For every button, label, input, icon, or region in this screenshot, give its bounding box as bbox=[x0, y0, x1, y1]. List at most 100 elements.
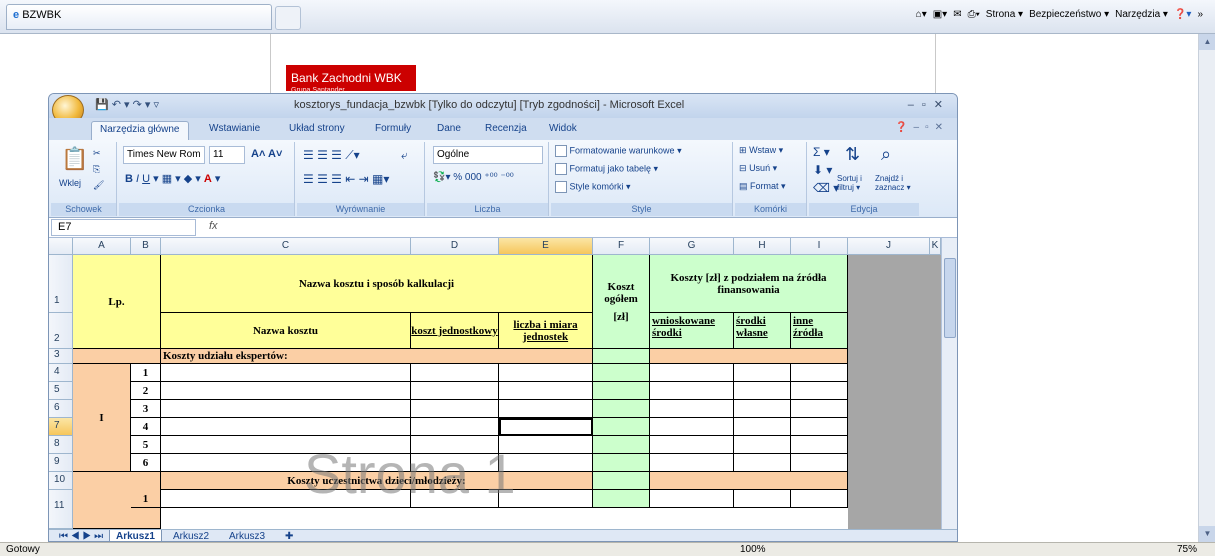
active-cell[interactable] bbox=[499, 418, 593, 436]
table-cell[interactable] bbox=[650, 364, 734, 382]
row-header[interactable]: 9 bbox=[49, 454, 73, 472]
table-cell[interactable] bbox=[734, 418, 791, 436]
requested-header[interactable]: wnioskowane środki bbox=[650, 313, 734, 349]
quantity-header[interactable]: liczba i miara jednostek bbox=[499, 313, 593, 349]
table-cell[interactable] bbox=[161, 436, 411, 454]
table-cell[interactable] bbox=[73, 349, 161, 364]
column-header[interactable]: A bbox=[73, 238, 131, 255]
table-cell[interactable] bbox=[593, 400, 650, 418]
row-number[interactable]: 1 bbox=[131, 490, 161, 508]
menu-tools[interactable]: Narzędzia ▾ bbox=[1115, 9, 1168, 20]
table-cell[interactable] bbox=[593, 454, 650, 472]
window-controls[interactable]: –▫✕ bbox=[908, 98, 951, 111]
help-controls[interactable]: ❓–▫✕ bbox=[895, 122, 949, 133]
browser-tab[interactable]: e BZWBK bbox=[6, 4, 272, 30]
table-cell[interactable] bbox=[161, 382, 411, 400]
table-cell[interactable] bbox=[499, 400, 593, 418]
insert-sheet-icon[interactable]: ✚ bbox=[279, 530, 299, 541]
table-cell[interactable] bbox=[411, 400, 499, 418]
browser-zoom[interactable]: 75% bbox=[1177, 543, 1197, 556]
table-cell[interactable] bbox=[411, 490, 499, 508]
column-header[interactable]: K bbox=[930, 238, 941, 255]
delete-button[interactable]: ⊟ Usuń ▾ bbox=[739, 163, 777, 174]
row-header[interactable]: 10 bbox=[49, 472, 73, 490]
font-format-buttons[interactable]: B I U ▾ ▦ ▾ ◆ ▾ A ▾ bbox=[125, 172, 220, 185]
find-select-icon[interactable]: ⌕ bbox=[881, 144, 891, 165]
autosum-icon[interactable]: Σ ▾ bbox=[813, 145, 830, 159]
clear-icon[interactable]: ⌫ ▾ bbox=[813, 181, 839, 195]
sheet-tab[interactable]: Arkusz1 bbox=[109, 530, 162, 541]
table-cell[interactable] bbox=[650, 349, 848, 364]
sort-filter-button[interactable]: Sortuj i filtruj ▾ bbox=[837, 174, 875, 192]
copy-icon[interactable]: ⎘ bbox=[93, 164, 100, 175]
align-horizontal-icons[interactable]: ☰ ☰ ☰ ⇤ ⇥ ▦▾ bbox=[303, 172, 389, 186]
section-roman[interactable]: I bbox=[73, 364, 131, 472]
row-header[interactable]: 8 bbox=[49, 436, 73, 454]
grid-scrollbar[interactable] bbox=[941, 238, 957, 529]
table-cell[interactable] bbox=[593, 364, 650, 382]
row-number[interactable]: 5 bbox=[131, 436, 161, 454]
cell-styles-button[interactable]: Style komórki ▾ bbox=[555, 181, 631, 193]
table-cell[interactable] bbox=[161, 418, 411, 436]
sources-header[interactable]: Koszty [zł] z podziałem na źródła finans… bbox=[650, 255, 848, 313]
row-header[interactable]: 11 bbox=[49, 490, 73, 529]
table-cell[interactable] bbox=[499, 490, 593, 508]
section-title[interactable]: Koszty udziału ekspertów: bbox=[161, 349, 593, 364]
print-icon[interactable]: ⎙▾ bbox=[968, 9, 980, 20]
feeds-icon[interactable]: ▣▾ bbox=[933, 9, 947, 20]
quick-access-toolbar[interactable]: 💾 ↶ ▾ ↷ ▾ ▿ bbox=[95, 98, 159, 111]
sheet-tab[interactable]: Arkusz2 bbox=[167, 530, 215, 541]
home-icon[interactable]: ⌂▾ bbox=[916, 9, 927, 20]
table-cell[interactable] bbox=[593, 490, 650, 508]
table-cell[interactable] bbox=[411, 382, 499, 400]
row-header[interactable]: 5 bbox=[49, 382, 73, 400]
table-cell[interactable] bbox=[161, 400, 411, 418]
tab-page-layout[interactable]: Układ strony bbox=[281, 121, 353, 140]
excel-zoom[interactable]: 100% bbox=[740, 543, 766, 556]
table-cell[interactable] bbox=[791, 364, 848, 382]
paste-icon[interactable]: 📋 bbox=[61, 146, 88, 172]
find-select-button[interactable]: Znajdź i zaznacz ▾ bbox=[875, 174, 917, 192]
help-icon[interactable]: ❓▾ bbox=[1174, 9, 1191, 20]
lp-header[interactable]: Lp. bbox=[73, 255, 161, 349]
table-cell[interactable] bbox=[411, 436, 499, 454]
tab-data[interactable]: Dane bbox=[429, 121, 469, 140]
table-cell[interactable] bbox=[650, 454, 734, 472]
menu-page[interactable]: Strona ▾ bbox=[986, 9, 1023, 20]
table-cell[interactable] bbox=[650, 400, 734, 418]
page-scrollbar[interactable]: ▲ ▼ bbox=[1198, 34, 1215, 542]
table-cell[interactable] bbox=[734, 454, 791, 472]
format-button[interactable]: ▤ Format ▾ bbox=[739, 181, 786, 192]
table-cell[interactable] bbox=[650, 418, 734, 436]
column-header[interactable]: B bbox=[131, 238, 161, 255]
table-cell[interactable] bbox=[161, 490, 411, 508]
table-cell[interactable] bbox=[791, 490, 848, 508]
row-header[interactable]: 3 bbox=[49, 349, 73, 364]
row-number[interactable]: 4 bbox=[131, 418, 161, 436]
row-header[interactable]: 7 bbox=[49, 418, 73, 436]
table-cell[interactable] bbox=[499, 436, 593, 454]
sheet-nav-icons[interactable]: ⏮ ◀ ▶ ⏭ bbox=[53, 530, 109, 541]
conditional-format-button[interactable]: Formatowanie warunkowe ▾ bbox=[555, 145, 682, 157]
format-as-table-button[interactable]: Formatuj jako tabelę ▾ bbox=[555, 163, 658, 175]
mail-icon[interactable]: ✉ bbox=[953, 9, 961, 20]
table-cell[interactable] bbox=[734, 490, 791, 508]
table-cell[interactable] bbox=[593, 436, 650, 454]
unit-cost-header[interactable]: koszt jednostkowy bbox=[411, 313, 499, 349]
table-cell[interactable] bbox=[593, 349, 650, 364]
row-number[interactable]: 3 bbox=[131, 400, 161, 418]
scroll-thumb[interactable] bbox=[944, 258, 956, 338]
table-cell[interactable] bbox=[650, 472, 848, 490]
table-cell[interactable] bbox=[791, 454, 848, 472]
font-name-select[interactable]: Times New Rom bbox=[123, 146, 205, 164]
select-all-corner[interactable] bbox=[49, 238, 73, 255]
number-format-icons[interactable]: 💱▾ % 000 ⁺⁰⁰ ⁻⁰⁰ bbox=[433, 172, 514, 183]
sheet-tab[interactable]: Arkusz3 bbox=[223, 530, 271, 541]
table-cell[interactable] bbox=[499, 454, 593, 472]
column-header[interactable]: G bbox=[650, 238, 734, 255]
row-header[interactable]: 6 bbox=[49, 400, 73, 418]
table-cell[interactable] bbox=[791, 418, 848, 436]
column-header[interactable]: E bbox=[499, 238, 593, 255]
table-cell[interactable] bbox=[593, 418, 650, 436]
fx-icon[interactable]: fx bbox=[209, 220, 218, 232]
